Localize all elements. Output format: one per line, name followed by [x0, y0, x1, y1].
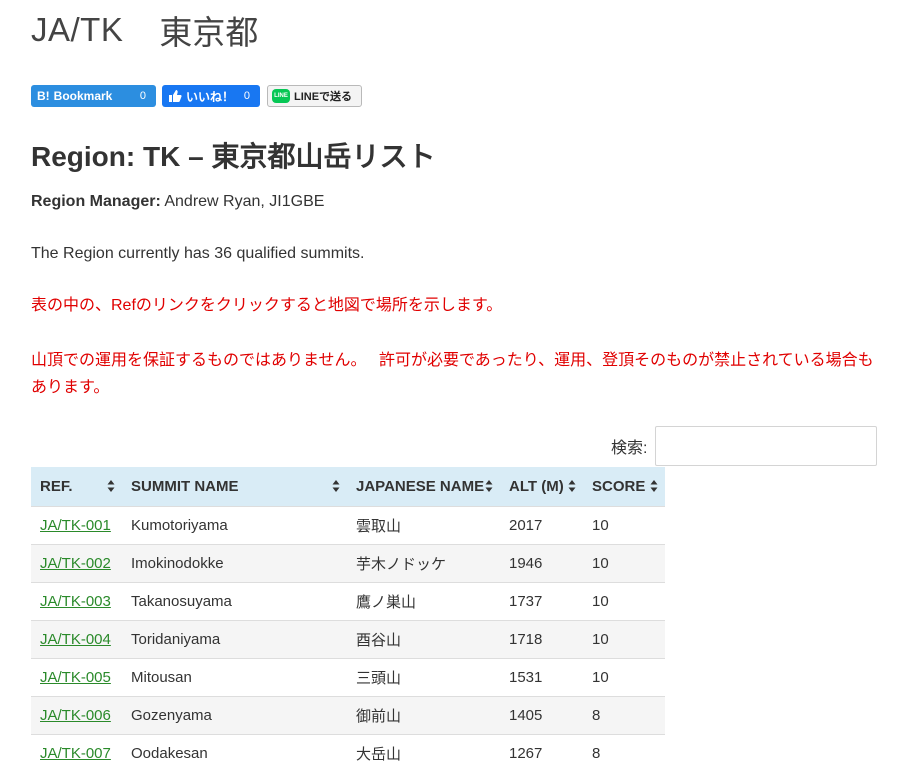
- score-cell: 10: [583, 657, 665, 696]
- table-row: JA/TK-005 Mitousan 三頭山 1531 10: [31, 657, 665, 696]
- column-header-label: SUMMIT NAME: [131, 477, 239, 495]
- summit-ref-link[interactable]: JA/TK-006: [40, 707, 111, 724]
- altitude-cell: 1267: [500, 733, 583, 772]
- score-cell: 8: [583, 733, 665, 772]
- column-header-japanese-name[interactable]: JAPANESE NAME: [347, 467, 500, 506]
- japanese-name-cell: 雲取山: [347, 505, 500, 544]
- association-code: JA/TK: [31, 11, 124, 48]
- column-header-label: ALT (M): [509, 477, 564, 495]
- summit-name-cell: Oodakesan: [122, 733, 347, 772]
- altitude-cell: 1737: [500, 581, 583, 620]
- column-header-ref[interactable]: REF.: [31, 467, 122, 506]
- table-row: JA/TK-007 Oodakesan 大岳山 1267 8: [31, 733, 665, 772]
- score-cell: 8: [583, 695, 665, 734]
- ref-cell: JA/TK-002: [31, 543, 122, 582]
- altitude-cell: 2017: [500, 505, 583, 544]
- table-row: JA/TK-003 Takanosuyama 鷹ノ巣山 1737 10: [31, 581, 665, 620]
- score-cell: 10: [583, 619, 665, 658]
- summit-ref-link[interactable]: JA/TK-001: [40, 517, 111, 534]
- sort-icon: [332, 479, 340, 493]
- hatena-count: 0: [139, 90, 146, 102]
- table-row: JA/TK-006 Gozenyama 御前山 1405 8: [31, 695, 665, 734]
- ref-cell: JA/TK-004: [31, 619, 122, 658]
- facebook-like-count: 0: [243, 90, 250, 102]
- ref-cell: JA/TK-003: [31, 581, 122, 620]
- column-header-summit-name[interactable]: SUMMIT NAME: [122, 467, 347, 506]
- region-manager-value: Andrew Ryan, JI1GBE: [160, 193, 325, 210]
- region-manager: Region Manager: Andrew Ryan, JI1GBE: [31, 191, 324, 213]
- altitude-cell: 1718: [500, 619, 583, 658]
- column-header-score[interactable]: SCORE: [583, 467, 665, 506]
- sort-icon: [650, 479, 658, 493]
- search-input[interactable]: [655, 426, 878, 466]
- page: JA/TK 東京都 B! Bookmark 0 いいね！ 0 LINE LINE…: [0, 0, 908, 772]
- japanese-name-cell: 鷹ノ巣山: [347, 581, 500, 620]
- hatena-label: Bookmark: [53, 89, 113, 103]
- thumbs-up-icon: [168, 89, 182, 103]
- japanese-name-cell: 芋木ノドッケ: [347, 543, 500, 582]
- table-row: JA/TK-002 Imokinodokke 芋木ノドッケ 1946 10: [31, 543, 665, 582]
- summits-table: REF. SUMMIT NAME JAPANESE NAME ALT (M) S…: [31, 467, 665, 772]
- table-row: JA/TK-004 Toridaniyama 酉谷山 1718 10: [31, 619, 665, 658]
- summit-ref-link[interactable]: JA/TK-005: [40, 669, 111, 686]
- column-header-label: SCORE: [592, 477, 646, 495]
- table-header-row: REF. SUMMIT NAME JAPANESE NAME ALT (M) S…: [31, 467, 665, 506]
- line-icon: LINE: [272, 89, 290, 103]
- summit-name-cell: Takanosuyama: [122, 581, 347, 620]
- association-name: 東京都: [159, 14, 259, 51]
- summit-name-cell: Kumotoriyama: [122, 505, 347, 544]
- score-cell: 10: [583, 505, 665, 544]
- facebook-like-label: いいね！: [186, 89, 235, 104]
- summit-name-cell: Mitousan: [122, 657, 347, 696]
- summit-name-cell: Toridaniyama: [122, 619, 347, 658]
- warning-note: 山頂での運用を保証するものではありません。 許可が必要であったり、運用、登頂その…: [31, 352, 874, 396]
- column-header-altitude[interactable]: ALT (M): [500, 467, 583, 506]
- hatena-bookmark-button[interactable]: B! Bookmark 0: [31, 85, 156, 107]
- table-search: 検索:: [611, 426, 878, 466]
- summit-ref-link[interactable]: JA/TK-004: [40, 631, 111, 648]
- line-send-label: LINEで送る: [294, 91, 353, 103]
- japanese-name-cell: 大岳山: [347, 733, 500, 772]
- summit-name-cell: Gozenyama: [122, 695, 347, 734]
- japanese-name-cell: 御前山: [347, 695, 500, 734]
- score-cell: 10: [583, 543, 665, 582]
- ref-cell: JA/TK-005: [31, 657, 122, 696]
- share-buttons: B! Bookmark 0 いいね！ 0 LINE LINEで送る: [31, 85, 362, 107]
- altitude-cell: 1405: [500, 695, 583, 734]
- japanese-name-cell: 三頭山: [347, 657, 500, 696]
- region-manager-label: Region Manager:: [31, 193, 161, 210]
- ref-cell: JA/TK-006: [31, 695, 122, 734]
- hatena-icon: B!: [37, 89, 50, 103]
- summit-ref-link[interactable]: JA/TK-003: [40, 593, 111, 610]
- summit-ref-link[interactable]: JA/TK-007: [40, 745, 111, 762]
- line-send-button[interactable]: LINE LINEで送る: [267, 85, 362, 107]
- ref-cell: JA/TK-007: [31, 733, 122, 772]
- map-link-note: 表の中の、Refのリンクをクリックすると地図で場所を示します。: [31, 297, 503, 314]
- japanese-name-cell: 酉谷山: [347, 619, 500, 658]
- summit-ref-link[interactable]: JA/TK-002: [40, 555, 111, 572]
- qualified-summits-text: The Region currently has 36 qualified su…: [31, 245, 365, 262]
- sort-icon: [107, 479, 115, 493]
- region-title: Region: TK – 東京都山岳リスト: [31, 141, 436, 172]
- table-row: JA/TK-001 Kumotoriyama 雲取山 2017 10: [31, 505, 665, 544]
- column-header-label: JAPANESE NAME: [356, 477, 485, 495]
- ref-cell: JA/TK-001: [31, 505, 122, 544]
- search-label: 検索:: [611, 440, 648, 457]
- facebook-like-button[interactable]: いいね！ 0: [162, 85, 260, 107]
- page-header: JA/TK 東京都: [31, 8, 258, 52]
- score-cell: 10: [583, 581, 665, 620]
- sort-icon: [485, 479, 493, 493]
- column-header-label: REF.: [40, 477, 73, 495]
- altitude-cell: 1946: [500, 543, 583, 582]
- sort-icon: [568, 479, 576, 493]
- summit-name-cell: Imokinodokke: [122, 543, 347, 582]
- altitude-cell: 1531: [500, 657, 583, 696]
